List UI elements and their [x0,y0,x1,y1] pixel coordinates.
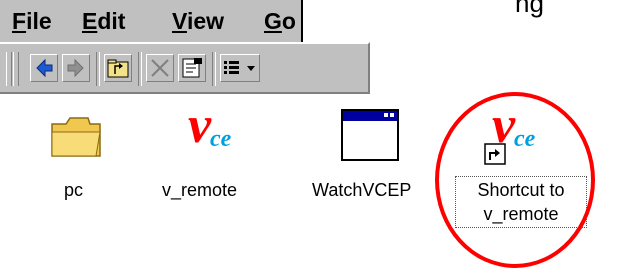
window: ng File Edit View Go pc v ce v_remote Wa… [0,0,621,268]
forward-button[interactable] [62,54,90,82]
file-label-pc: pc [64,180,84,200]
toolbar-grip[interactable] [13,52,19,86]
toolbar-separator [96,52,100,86]
highlight-circle [435,92,595,268]
file-label-v-remote: v_remote [162,180,238,200]
properties-icon [182,58,202,78]
folder-icon [51,117,101,157]
toolbar-separator [212,52,216,86]
menu-file[interactable]: File [10,6,54,36]
views-dropdown-button[interactable] [220,54,260,82]
views-icon [224,61,255,74]
toolbar-grip[interactable] [6,52,12,86]
back-icon [36,58,53,78]
forward-icon [67,58,84,78]
menu-view[interactable]: View [170,6,226,36]
menu-edit[interactable]: Edit [80,6,127,36]
up-folder-icon [107,59,129,78]
menu-bar: File Edit View Go [0,0,303,42]
menu-go[interactable]: Go [262,6,298,36]
file-item-pc[interactable] [48,112,104,165]
file-label-watchvcep: WatchVCEP [312,180,412,200]
up-folder-button[interactable] [104,54,132,82]
delete-button[interactable] [146,54,174,82]
window-icon [341,109,399,161]
toolbar [0,42,370,94]
file-item-watchvcep[interactable] [340,108,400,167]
partial-caption-text: ng [515,0,544,18]
back-button[interactable] [30,54,58,82]
delete-icon [151,59,169,77]
toolbar-separator [138,52,142,86]
vce-app-icon[interactable]: v ce [188,100,231,153]
properties-button[interactable] [178,54,206,82]
